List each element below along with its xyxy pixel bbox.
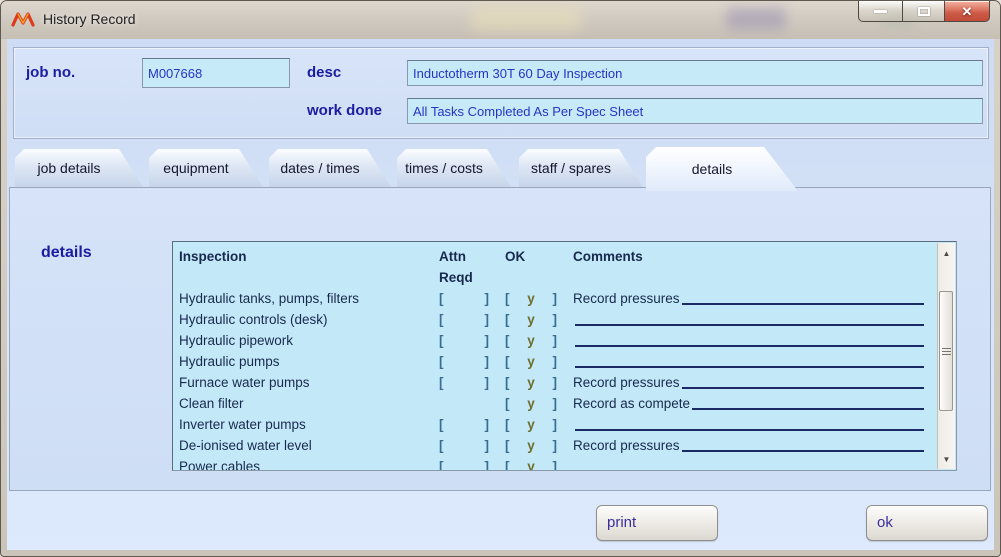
print-button[interactable]: print [596,505,718,541]
inspection-row: Hydraulic pumps [] [y] [179,351,956,372]
maximize-button[interactable] [902,1,944,22]
row-ok-checkbox: [y] [505,372,557,393]
row-item-name: Hydraulic pipework [179,330,439,351]
row-ok-checkbox: [y] [505,393,557,414]
row-attn-checkbox: [] [439,414,489,435]
comment-underline [575,345,924,347]
inspection-row: Hydraulic pipework [] [y] [179,330,956,351]
inspection-row: Hydraulic tanks, pumps, filters [] [y] R… [179,288,956,309]
row-comment: Record pressures [573,288,930,309]
inspection-row: Furnace water pumps [] [y] Record pressu… [179,372,956,393]
header-reqd: Reqd [439,267,489,288]
row-comment [573,456,930,471]
inspection-list[interactable]: Inspection Attn OK Comments Reqd Hydraul… [172,241,957,471]
details-panel: details Inspection Attn OK Comments Reqd… [9,187,991,491]
row-attn-checkbox: [] [439,372,489,393]
row-item-name: Power cables [179,456,439,471]
row-comment [573,309,930,330]
header-ok: OK [505,246,557,267]
maximize-icon [918,7,930,16]
desc-label: desc [307,64,341,81]
app-logo-icon [11,10,37,30]
list-rows: Hydraulic tanks, pumps, filters [] [y] R… [179,288,956,471]
inspection-row: Clean filter [y] Record as compete [179,393,956,414]
titlebar-glass-reflection [726,8,786,30]
window-title: History Record [43,11,136,27]
row-ok-checkbox: [y] [505,330,557,351]
row-ok-checkbox: [y] [505,351,557,372]
details-label: details [41,244,92,262]
comment-underline [575,366,924,368]
job-no-field[interactable] [142,58,290,88]
inspection-row: Inverter water pumps [] [y] [179,414,956,435]
inspection-row: De-ionised water level [] [y] Record pre… [179,435,956,456]
scroll-up-icon[interactable]: ▲ [938,245,955,261]
minimize-button[interactable] [858,1,902,22]
scrollbar-thumb[interactable] [939,291,953,411]
job-header-form: job no. desc work done [13,47,989,139]
comment-underline [575,324,924,326]
row-attn-checkbox: [] [439,288,489,309]
row-ok-checkbox: [y] [505,456,557,471]
close-icon: ✕ [962,5,973,18]
titlebar[interactable]: History Record ✕ [1,1,1000,39]
row-comment: Record as compete [573,393,930,414]
comment-underline [682,387,924,389]
thumb-grip-icon [942,348,951,355]
history-record-window: History Record ✕ job no. desc work done … [0,0,1001,557]
inspection-row: Hydraulic controls (desk) [] [y] [179,309,956,330]
row-item-name: De-ionised water level [179,435,439,456]
close-button[interactable]: ✕ [944,1,990,22]
tab-details[interactable]: details [646,147,798,191]
row-attn-checkbox: [] [439,456,489,471]
row-comment: Record pressures [573,435,930,456]
tab-dates-times[interactable]: dates / times [269,149,391,187]
row-item-name: Furnace water pumps [179,372,439,393]
row-item-name: Hydraulic controls (desk) [179,309,439,330]
row-ok-checkbox: [y] [505,309,557,330]
comment-underline [575,429,924,431]
header-inspection: Inspection [179,246,439,267]
row-ok-checkbox: [y] [505,414,557,435]
row-ok-checkbox: [y] [505,435,557,456]
comment-underline [682,450,924,452]
row-item-name: Clean filter [179,393,439,414]
list-header-row-1: Inspection Attn OK Comments [179,246,956,267]
job-no-label: job no. [26,64,75,81]
work-done-label: work done [307,102,382,119]
row-comment [573,330,930,351]
inspection-row: Power cables [] [y] [179,456,956,471]
row-attn-checkbox [439,393,489,414]
tab-staff-spares[interactable]: staff / spares [519,149,643,187]
header-comments: Comments [573,246,930,267]
row-item-name: Inverter water pumps [179,414,439,435]
row-comment: Record pressures [573,372,930,393]
header-attn: Attn [439,246,489,267]
tab-equipment[interactable]: equipment [149,149,263,187]
comment-underline [682,303,924,305]
comment-underline [692,408,924,410]
scroll-down-icon[interactable]: ▼ [938,451,955,467]
list-header-row-2: Reqd [179,267,956,288]
row-attn-checkbox: [] [439,330,489,351]
row-attn-checkbox: [] [439,351,489,372]
tab-job-details[interactable]: job details [15,149,143,187]
window-controls: ✕ [858,1,990,22]
row-comment [573,351,930,372]
desc-field[interactable] [407,60,983,86]
client-area: job no. desc work done job details equip… [7,39,994,550]
row-attn-checkbox: [] [439,435,489,456]
row-ok-checkbox: [y] [505,288,557,309]
row-comment [573,414,930,435]
titlebar-glass-reflection [471,5,581,31]
minimize-icon [874,10,887,13]
row-attn-checkbox: [] [439,309,489,330]
tab-times-costs[interactable]: times / costs [397,149,511,187]
ok-button[interactable]: ok [866,505,988,541]
scrollbar[interactable]: ▲ ▼ [937,243,955,469]
row-item-name: Hydraulic tanks, pumps, filters [179,288,439,309]
work-done-field[interactable] [407,98,983,124]
row-item-name: Hydraulic pumps [179,351,439,372]
